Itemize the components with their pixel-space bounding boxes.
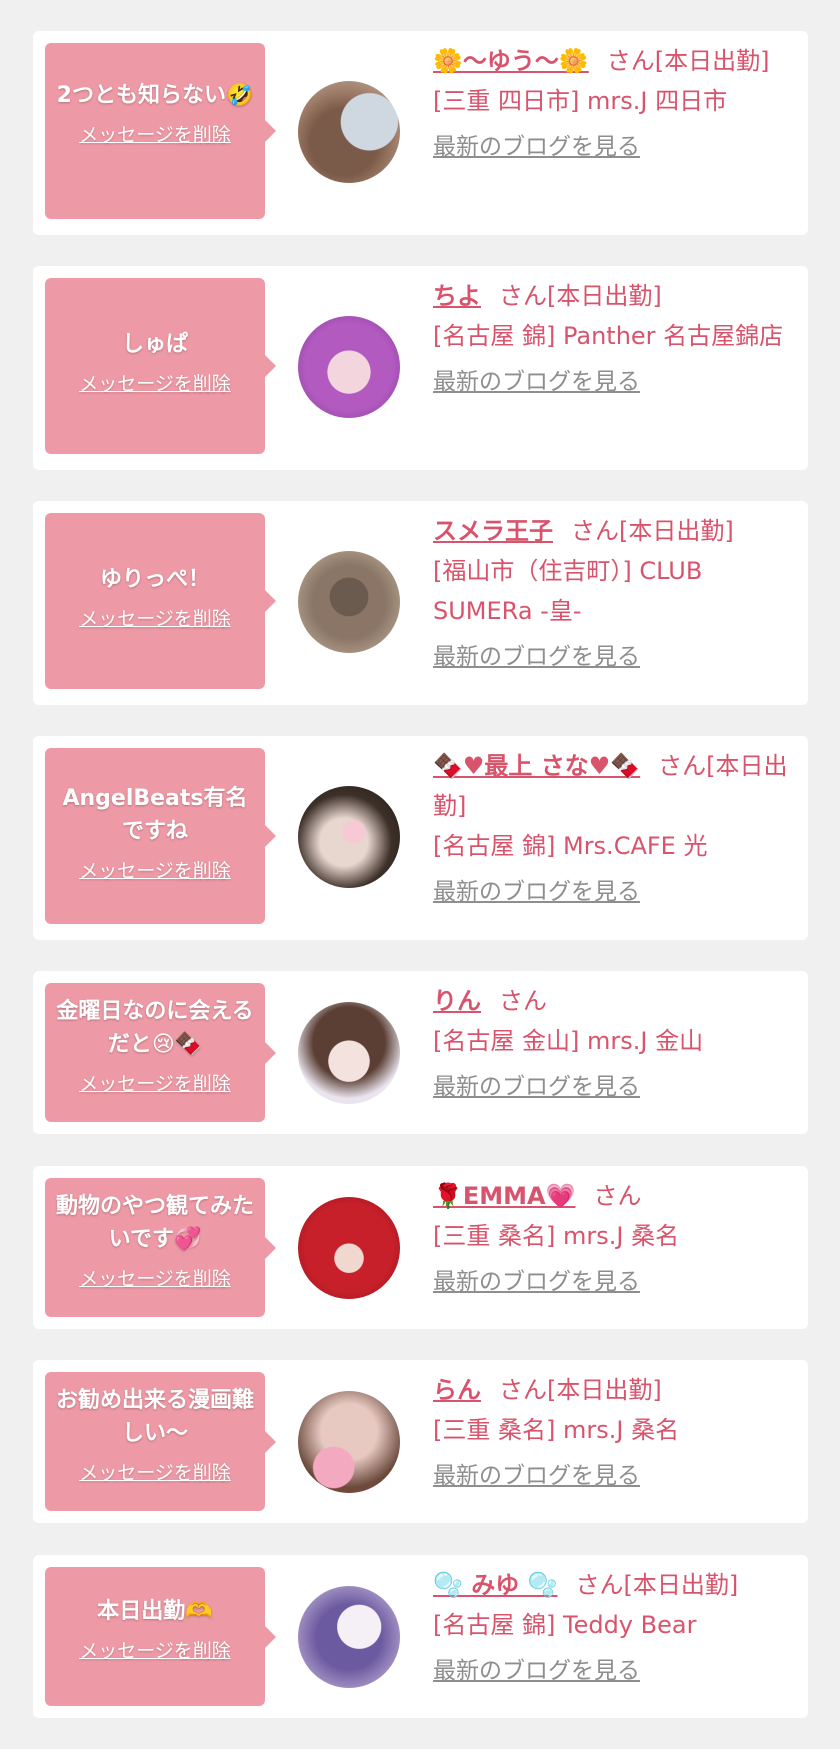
cast-name-link[interactable]: ちよ (433, 282, 481, 310)
message-card: 金曜日なのに会えるだと😢🍫 メッセージを削除 りん さん [名古屋 金山] mrs… (33, 971, 808, 1134)
message-card: お勧め出来る漫画難しい〜 メッセージを削除 らん さん[本日出勤] [三重 桑名]… (33, 1360, 808, 1523)
attendance-status: [本日出勤] (547, 1376, 662, 1404)
latest-blog-link[interactable]: 最新のブログを見る (433, 1653, 790, 1689)
cast-info: 🌹EMMA💗 さん [三重 桑名] mrs.J 桑名 最新のブログを見る (433, 1176, 790, 1300)
latest-blog-link[interactable]: 最新のブログを見る (433, 639, 790, 675)
latest-blog-link[interactable]: 最新のブログを見る (433, 874, 790, 910)
message-card: ゆりっぺ！ メッセージを削除 スメラ王子 さん[本日出勤] [福山市（住吉町）] … (33, 501, 808, 705)
delete-message-link[interactable]: メッセージを削除 (79, 1069, 231, 1096)
san-label: さん (499, 1376, 547, 1404)
delete-message-link[interactable]: メッセージを削除 (79, 1264, 231, 1291)
message-bubble: 2つとも知らない🤣 メッセージを削除 (45, 43, 276, 219)
avatar[interactable] (298, 1391, 400, 1493)
avatar[interactable] (298, 81, 400, 183)
san-label: さん (499, 282, 547, 310)
message-bubble: お勧め出来る漫画難しい〜 メッセージを削除 (45, 1372, 276, 1511)
latest-blog-link[interactable]: 最新のブログを見る (433, 129, 790, 165)
attendance-status: [本日出勤] (619, 517, 734, 545)
avatar[interactable] (298, 1586, 400, 1688)
avatar[interactable] (298, 786, 400, 888)
san-label: さん (575, 1571, 624, 1599)
message-card: AngelBeats有名ですね メッセージを削除 🍫♥最上 さな♥🍫 さん[本日出… (33, 736, 808, 940)
shop-info: [三重 桑名] mrs.J 桑名 (433, 1416, 680, 1444)
latest-blog-link[interactable]: 最新のブログを見る (433, 1458, 790, 1494)
message-bubble: 動物のやつ観てみたいです💞 メッセージを削除 (45, 1178, 276, 1317)
cast-info: スメラ王子 さん[本日出勤] [福山市（住吉町）] CLUB SUMERa -皇-… (433, 511, 790, 675)
cast-info: 🌼〜ゆう〜🌼 さん[本日出勤] [三重 四日市] mrs.J 四日市 最新のブログ… (433, 41, 790, 165)
cast-name-link[interactable]: 🌼〜ゆう〜🌼 (433, 47, 589, 75)
delete-message-link[interactable]: メッセージを削除 (79, 120, 231, 147)
message-bubble: 本日出勤🫶 メッセージを削除 (45, 1567, 276, 1706)
cast-info: ちよ さん[本日出勤] [名古屋 錦] Panther 名古屋錦店 最新のブログを… (433, 276, 790, 400)
message-bubble: AngelBeats有名ですね メッセージを削除 (45, 748, 276, 924)
message-card: 本日出勤🫶 メッセージを削除 🫧 みゆ 🫧 さん[本日出勤] [名古屋 錦] Te… (33, 1555, 808, 1718)
cast-name-link[interactable]: 🫧 みゆ 🫧 (433, 1571, 557, 1599)
message-card: 2つとも知らない🤣 メッセージを削除 🌼〜ゆう〜🌼 さん[本日出勤] [三重 四日… (33, 31, 808, 235)
avatar[interactable] (298, 551, 400, 653)
message-bubble: しゅぱ メッセージを削除 (45, 278, 276, 454)
san-label: さん (593, 1182, 642, 1210)
shop-info: [名古屋 錦] Panther 名古屋錦店 (433, 322, 784, 350)
message-card: しゅぱ メッセージを削除 ちよ さん[本日出勤] [名古屋 錦] Panther … (33, 266, 808, 470)
san-label: さん (571, 517, 619, 545)
message-text: 金曜日なのに会えるだと😢🍫 (56, 999, 254, 1057)
cast-name-link[interactable]: 🌹EMMA💗 (433, 1182, 576, 1210)
shop-info: [名古屋 金山] mrs.J 金山 (433, 1027, 704, 1055)
delete-message-link[interactable]: メッセージを削除 (79, 1636, 231, 1663)
attendance-status: [本日出勤] (547, 282, 662, 310)
delete-message-link[interactable]: メッセージを削除 (79, 604, 231, 631)
san-label: さん (499, 987, 547, 1015)
shop-info: [福山市（住吉町）] CLUB SUMERa -皇- (433, 557, 703, 625)
san-label: さん (658, 752, 707, 780)
shop-info: [三重 四日市] mrs.J 四日市 (433, 87, 728, 115)
cast-info: りん さん [名古屋 金山] mrs.J 金山 最新のブログを見る (433, 981, 790, 1105)
attendance-status: [本日出勤] (623, 1571, 739, 1599)
attendance-status: [本日出勤] (654, 47, 770, 75)
cast-info: 🫧 みゆ 🫧 さん[本日出勤] [名古屋 錦] Teddy Bear 最新のブログ… (433, 1565, 790, 1689)
cast-info: 🍫♥最上 さな♥🍫 さん[本日出勤] [名古屋 錦] Mrs.CAFE 光 最新の… (433, 746, 790, 910)
message-text: 2つとも知らない🤣 (56, 83, 254, 108)
latest-blog-link[interactable]: 最新のブログを見る (433, 364, 790, 400)
message-text: AngelBeats有名ですね (62, 786, 248, 844)
latest-blog-link[interactable]: 最新のブログを見る (433, 1069, 790, 1105)
message-text: 本日出勤🫶 (97, 1599, 213, 1624)
message-text: しゅぱ (121, 332, 188, 357)
latest-blog-link[interactable]: 最新のブログを見る (433, 1264, 790, 1300)
cast-name-link[interactable]: 🍫♥最上 さな♥🍫 (433, 752, 640, 780)
cast-info: らん さん[本日出勤] [三重 桑名] mrs.J 桑名 最新のブログを見る (433, 1370, 790, 1494)
message-text: お勧め出来る漫画難しい〜 (55, 1388, 254, 1446)
delete-message-link[interactable]: メッセージを削除 (79, 369, 231, 396)
message-bubble: 金曜日なのに会えるだと😢🍫 メッセージを削除 (45, 983, 276, 1122)
shop-info: [三重 桑名] mrs.J 桑名 (433, 1222, 680, 1250)
delete-message-link[interactable]: メッセージを削除 (79, 1458, 231, 1485)
cast-name-link[interactable]: スメラ王子 (433, 517, 553, 545)
delete-message-link[interactable]: メッセージを削除 (79, 856, 231, 883)
shop-info: [名古屋 錦] Mrs.CAFE 光 (433, 832, 708, 860)
message-list: 2つとも知らない🤣 メッセージを削除 🌼〜ゆう〜🌼 さん[本日出勤] [三重 四日… (0, 0, 840, 1749)
message-text: ゆりっぺ！ (99, 567, 210, 592)
avatar[interactable] (298, 1002, 400, 1104)
message-bubble: ゆりっぺ！ メッセージを削除 (45, 513, 276, 689)
shop-info: [名古屋 錦] Teddy Bear (433, 1611, 697, 1639)
avatar[interactable] (298, 1197, 400, 1299)
san-label: さん (606, 47, 655, 75)
cast-name-link[interactable]: りん (433, 987, 481, 1015)
avatar[interactable] (298, 316, 400, 418)
message-card: 動物のやつ観てみたいです💞 メッセージを削除 🌹EMMA💗 さん [三重 桑名] … (33, 1166, 808, 1329)
cast-name-link[interactable]: らん (433, 1376, 481, 1404)
message-text: 動物のやつ観てみたいです💞 (55, 1194, 254, 1252)
